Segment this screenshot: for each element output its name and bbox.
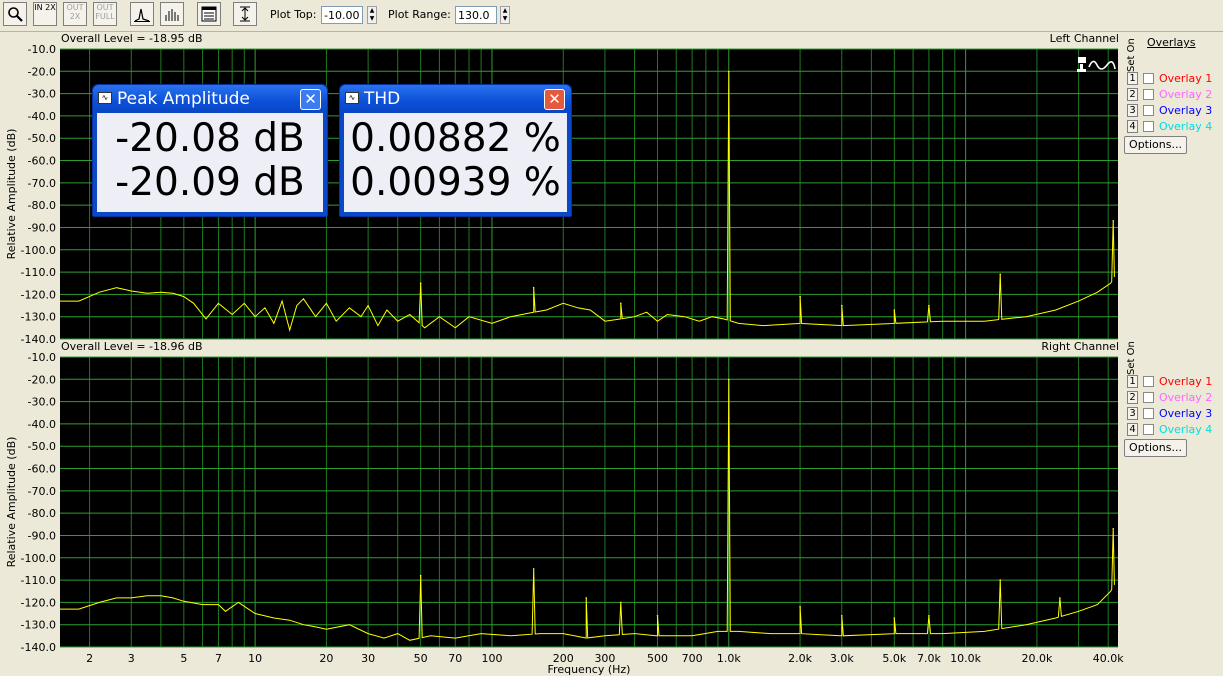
overlay-on-checkbox[interactable] [1143,73,1154,84]
overlay-name: Overlay 3 [1159,407,1213,420]
y-tick-label: -60.0 [28,463,56,476]
thd-title: THD [364,89,401,109]
y-tick-label: -10.0 [28,351,56,364]
overlays-title: Overlays [1147,36,1196,49]
peak-point [532,568,535,570]
overlay-on-checkbox[interactable] [1143,376,1154,387]
peak-point [928,614,930,617]
overlay-set-button[interactable]: 3 [1127,407,1138,420]
set-on-header: Set On [1126,38,1137,72]
x-tick-label: 5.0k [882,652,906,665]
thd-left-value: 0.00882 % [350,116,561,161]
y-tick-label: -140.0 [21,641,56,654]
x-tick-label: 10 [248,652,262,665]
x-tick-label: 20.0k [1021,652,1052,665]
y-tick-label: -100.0 [21,552,56,565]
overlay-on-checkbox[interactable] [1143,89,1154,100]
peak-amplitude-body: -20.08 dB -20.09 dB [97,113,323,212]
overlay-on-checkbox[interactable] [1143,408,1154,419]
y-tick-label: -120.0 [21,596,56,609]
x-tick-label: 30 [361,652,375,665]
overlay-name: Overlay 4 [1159,423,1213,436]
x-tick-label: 20 [319,652,333,665]
x-tick-label: 2 [86,652,93,665]
x-tick-label: 700 [682,652,703,665]
x-tick-label: 5 [180,652,187,665]
y-tick-label: -80.0 [28,507,56,520]
overlay-set-button[interactable]: 3 [1127,104,1138,117]
peak-point [656,614,659,617]
peak-point [840,614,843,617]
peak-amplitude-titlebar[interactable]: ∿ Peak Amplitude [93,85,327,113]
overlay-options-button[interactable]: Options... [1124,136,1187,154]
overlay-name: Overlay 2 [1159,88,1213,101]
thd-window[interactable]: ∿ THD ✕ 0.00882 % 0.00939 % [339,84,572,217]
x-tick-label: 2.0k [788,652,812,665]
overlay-set-button[interactable]: 2 [1127,88,1138,101]
overlay-set-button[interactable]: 4 [1127,120,1138,133]
waveform-cursor-icon[interactable] [1077,55,1117,75]
overlay-set-button[interactable]: 1 [1127,72,1138,85]
peak-amplitude-window[interactable]: ∿ Peak Amplitude ✕ -20.08 dB -20.09 dB [92,84,328,217]
peak-point [799,606,801,608]
peak-point [419,574,422,577]
overlays-panel-right: Set On 1 Overlay 1 2 Overlay 2 3 Overlay 3 4 Ove… [1122,341,1223,465]
y-tick-label: -50.0 [28,440,56,453]
set-on-header: Set On [1126,341,1137,375]
x-tick-label: 50 [414,652,428,665]
peak-point [620,601,622,604]
overlay-on-checkbox[interactable] [1143,392,1154,403]
overlay-name: Overlay 1 [1159,375,1213,388]
overlay-on-checkbox[interactable] [1143,424,1154,435]
y-tick-label: -130.0 [21,619,56,632]
peak-point [893,617,896,619]
overlay-on-checkbox[interactable] [1143,105,1154,116]
x-tick-label: 7.0k [917,652,941,665]
peak-point [999,579,1002,581]
overlay-set-button[interactable]: 2 [1127,391,1138,404]
peak-left-value: -20.08 dB [115,116,305,161]
thd-right-value: 0.00939 % [350,160,561,205]
overlay-name: Overlay 4 [1159,120,1213,133]
x-tick-label: 100 [481,652,502,665]
x-tick-label: 1.0k [717,652,741,665]
overlay-name: Overlay 2 [1159,391,1213,404]
peak-point [585,597,587,599]
y-tick-label: -90.0 [28,529,56,542]
peak-point [1112,527,1115,530]
x-axis-label: Frequency (Hz) [548,663,631,676]
meter-window-icon: ∿ [98,92,112,104]
thd-titlebar[interactable]: ∿ THD [340,85,571,113]
close-icon[interactable]: ✕ [544,89,565,110]
overlay-options-button[interactable]: Options... [1124,439,1187,457]
x-tick-label: 7 [215,652,222,665]
y-tick-label: -30.0 [28,396,56,409]
thd-body: 0.00882 % 0.00939 % [344,113,567,212]
overlay-name: Overlay 3 [1159,104,1213,117]
x-tick-label: 10.0k [950,652,981,665]
overlays-panel-left: Overlays Set On 1 Overlay 1 2 Overlay 2 3 Over… [1122,36,1223,156]
x-tick-label: 70 [448,652,462,665]
overlay-set-button[interactable]: 4 [1127,423,1138,436]
y-tick-label: -20.0 [28,373,56,386]
x-tick-label: 3 [128,652,135,665]
y-tick-label: -40.0 [28,418,56,431]
overlay-on-checkbox[interactable] [1143,121,1154,132]
x-tick-label: 40.0k [1093,652,1124,665]
close-icon[interactable]: ✕ [300,89,321,110]
x-tick-label: 500 [647,652,668,665]
y-axis-label: Relative Amplitude (dB) [5,437,18,568]
peak-point [727,378,730,381]
x-tick-label: 3.0k [830,652,854,665]
y-tick-label: -110.0 [21,574,56,587]
meter-window-icon: ∿ [345,92,359,104]
peak-amplitude-title: Peak Amplitude [117,89,250,109]
overlay-set-button[interactable]: 1 [1127,375,1138,388]
peak-point [1059,597,1061,599]
peak-right-value: -20.09 dB [115,160,305,205]
overlay-name: Overlay 1 [1159,72,1213,85]
y-tick-label: -70.0 [28,485,56,498]
